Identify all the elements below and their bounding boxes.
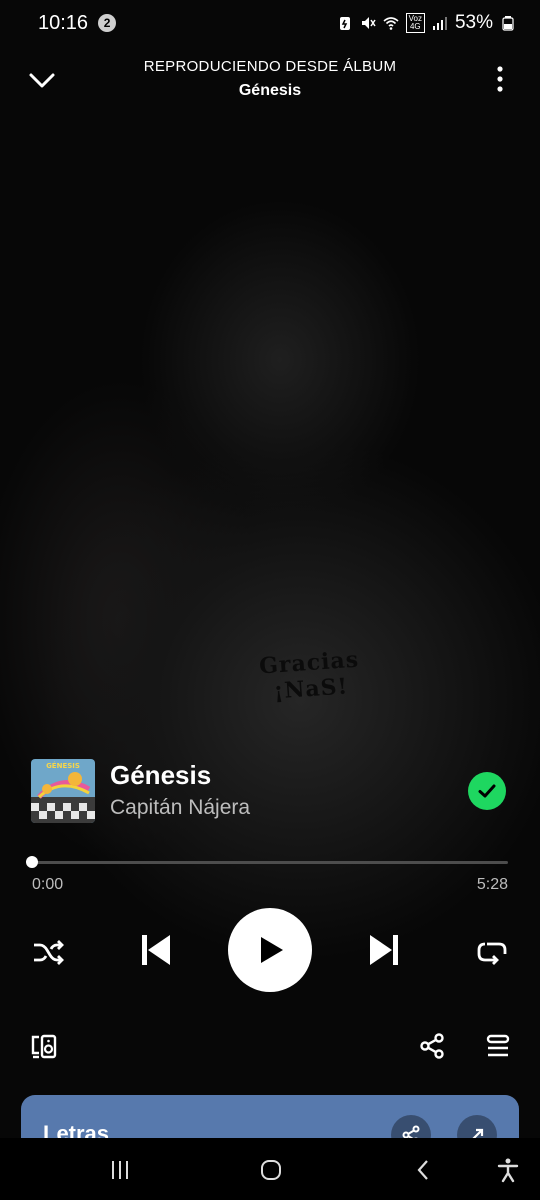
next-button[interactable] (362, 926, 406, 974)
album-art-text: GÉNESIS (46, 761, 80, 770)
progress-knob[interactable] (26, 856, 38, 868)
elapsed-time: 0:00 (32, 876, 64, 893)
accessibility-icon (497, 1158, 519, 1183)
back-icon (417, 1160, 428, 1180)
track-artist[interactable]: Capitán Nájera (110, 796, 250, 820)
total-time: 5:28 (476, 876, 508, 893)
skip-previous-icon (142, 935, 170, 965)
playing-from-label: REPRODUCIENDO DESDE ÁLBUM (143, 58, 397, 75)
track-title[interactable]: Génesis (110, 760, 211, 791)
player-header: REPRODUCIENDO DESDE ÁLBUM Génesis (0, 46, 540, 126)
mute-icon (361, 17, 376, 29)
wifi-icon (383, 17, 399, 30)
chevron-down-icon[interactable] (26, 64, 58, 96)
repeat-button[interactable] (472, 932, 512, 972)
recent-apps-button[interactable] (102, 1152, 138, 1188)
album-art-image: GÉNESIS (31, 759, 95, 823)
album-art-thumbnail[interactable]: GÉNESIS (31, 759, 95, 823)
connect-device-button[interactable] (26, 1028, 62, 1064)
battery-saver-icon (339, 17, 350, 30)
notification-count-badge: 2 (98, 14, 117, 32)
status-time: 10:16 (38, 11, 89, 34)
checkmark-icon (478, 784, 496, 798)
share-icon (420, 1033, 444, 1059)
home-button[interactable] (253, 1152, 289, 1188)
battery-icon (502, 16, 514, 31)
album-name[interactable]: Génesis (100, 82, 440, 100)
progress-bar[interactable] (32, 861, 508, 864)
status-bar: 10:16 2 Voz 4G 53% (0, 0, 540, 46)
queue-button[interactable] (480, 1028, 516, 1064)
queue-icon (486, 1034, 510, 1057)
skip-next-icon (370, 935, 398, 965)
share-button[interactable] (414, 1028, 450, 1064)
shuffle-button[interactable] (28, 932, 68, 972)
network-type-label: 4G (409, 22, 421, 31)
liked-button[interactable] (468, 772, 506, 810)
speaker-devices-icon (31, 1034, 57, 1059)
volte-indicator: Voz 4G (405, 13, 425, 33)
shirt-print-text: Gracias ¡NaS! (258, 646, 360, 705)
play-button[interactable] (228, 908, 312, 992)
previous-button[interactable] (134, 926, 178, 974)
play-icon (261, 937, 283, 963)
more-options-icon[interactable] (490, 64, 510, 94)
signal-icon (432, 17, 447, 30)
back-button[interactable] (406, 1152, 442, 1188)
recent-apps-icon (112, 1161, 128, 1179)
system-navigation-bar (0, 1138, 540, 1200)
shuffle-icon (34, 940, 64, 965)
battery-percentage: 53% (454, 12, 493, 33)
accessibility-button[interactable] (490, 1152, 526, 1188)
repeat-icon (477, 942, 507, 965)
home-icon (261, 1160, 281, 1180)
background-artwork: Gracias ¡NaS! (0, 0, 540, 1200)
